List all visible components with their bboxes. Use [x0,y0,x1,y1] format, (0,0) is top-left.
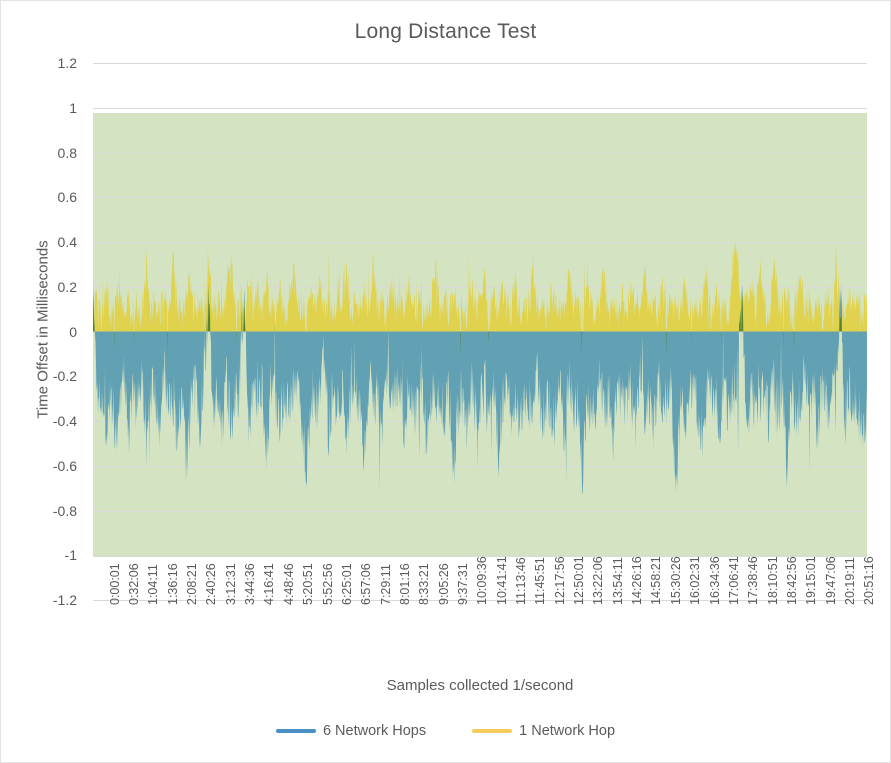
x-axis-tick-label: 1:04:11 [146,564,161,605]
chart-legend: 6 Network Hops 1 Network Hop [1,723,890,739]
y-axis-tick-label: -0.2 [52,368,77,385]
x-axis-tick-label: 9:05:26 [436,563,451,605]
chart-frame: Long Distance Test Time Offset in Millis… [0,0,891,763]
x-axis-title: Samples collected 1/second [386,677,574,694]
x-axis-tick-label: 6:25:01 [339,563,354,605]
x-axis-tick-label: 5:52:56 [320,563,335,605]
x-axis-tick-labels: 0:00:01 0:32:06 1:04:11 1:36:16 2:08:21 2:40:… [93,556,877,671]
x-axis-tick-label: 4:16:41 [262,563,277,605]
x-axis-tick-label: 2:08:21 [185,563,200,605]
x-axis-tick-label: 10:09:36 [475,556,490,605]
y-axis-tick-label: 0 [69,323,77,340]
y-axis-tick-label: 0.6 [57,189,77,206]
x-axis-tick-label: 19:47:06 [823,556,838,605]
x-axis-tick-label: 1:36:16 [165,563,180,605]
legend-swatch-yellow-icon [472,729,513,733]
legend-item-1-network-hop: 1 Network Hop [472,723,615,739]
series-layer [93,241,867,495]
y-axis-tick-label: -1.2 [52,592,77,608]
x-axis-tick-label: 5:20:51 [301,563,316,605]
x-axis-tick-label: 17:38:46 [746,556,761,605]
y-axis-tick-label: 1.2 [57,55,77,71]
x-axis-tick-label: 11:13:46 [514,557,529,605]
x-axis-tick-label: 12:17:56 [552,556,567,605]
x-axis-tick-label: 13:54:11 [610,557,625,605]
x-axis-tick-label: 0:32:06 [127,563,142,605]
x-axis-tick-label: 16:02:31 [688,556,703,605]
x-axis-tick-label: 11:45:51 [533,557,548,605]
x-axis-tick-label: 19:15:01 [804,556,819,605]
y-axis-tick-label: -0.4 [52,413,77,429]
x-axis-tick-label: 0:00:01 [107,563,122,605]
x-axis-tick-label: 20:51:16 [862,556,877,605]
legend-swatch-blue-icon [275,729,316,733]
y-axis-tick-label: 0.4 [57,234,77,250]
legend-label: 6 Network Hops [322,723,427,739]
y-axis-tick-label: 0.8 [57,144,77,161]
x-axis-tick-label: 8:01:16 [397,563,412,605]
y-axis-tick-label: -0.8 [52,502,77,519]
chart-title: Long Distance Test [354,20,537,43]
x-axis-tick-label: 17:06:41 [726,556,741,605]
x-axis-tick-label: 6:57:06 [359,563,374,605]
y-axis-tick-label: 1 [69,99,77,116]
x-axis-tick-label: 3:44:36 [243,563,258,605]
x-axis-tick-label: 9:37:31 [455,563,470,605]
y-axis-tick-label: 0.2 [57,278,77,295]
legend-item-6-network-hops: 6 Network Hops [275,723,427,739]
x-axis-tick-label: 3:12:31 [223,563,238,605]
legend-label: 1 Network Hop [519,723,616,739]
x-axis-tick-label: 15:30:26 [668,556,683,605]
y-axis-tick-label: -0.6 [52,457,77,474]
plot-area [93,63,867,601]
x-axis-tick-label: 18:10:51 [765,556,780,605]
x-axis-tick-label: 2:40:26 [204,563,219,605]
x-axis-tick-label: 12:50:01 [572,556,587,605]
x-axis-tick-label: 8:33:21 [417,563,432,605]
x-axis-tick-label: 13:22:06 [591,556,606,605]
y-axis-tick-label: -1 [64,547,77,564]
y-axis-tick-labels: 1.2 1 0.8 0.6 0.4 0.2 0 -0.2 -0.4 -0.6 -0.8 -1 -1.2 [1,55,87,608]
x-axis-tick-label: 14:58:21 [649,556,664,605]
x-axis-tick-label: 18:42:56 [784,556,799,605]
x-axis-tick-label: 14:26:16 [630,556,645,605]
x-axis-tick-label: 10:41:41 [494,556,509,605]
x-axis-tick-label: 16:34:36 [707,556,722,605]
x-axis-tick-label: 20:19:11 [842,557,857,605]
x-axis-tick-label: 7:29:11 [378,564,393,605]
x-axis-tick-label: 4:48:46 [281,563,296,605]
